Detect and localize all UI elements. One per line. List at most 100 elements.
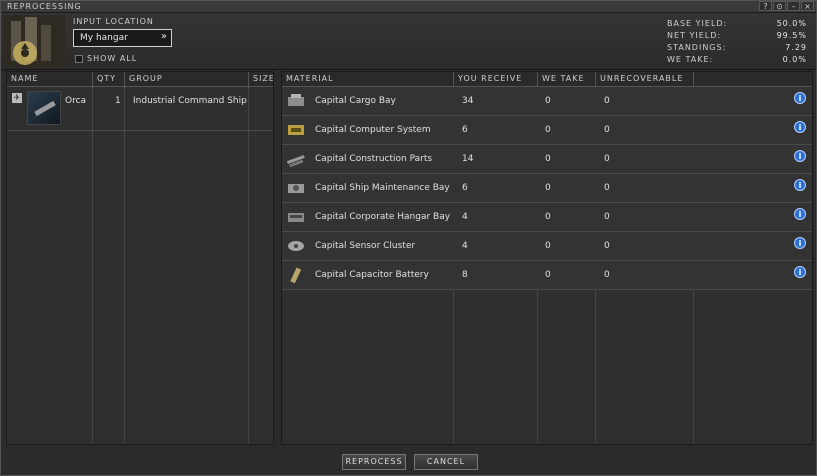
info-icon[interactable]: i <box>794 237 806 249</box>
you-receive-value: 4 <box>462 241 468 251</box>
column-divider <box>92 86 93 444</box>
column-header-qty[interactable]: QTY <box>93 72 125 86</box>
ship-type-icon[interactable]: ✈ <box>12 93 22 103</box>
material-name: Capital Corporate Hangar Bay <box>315 212 451 222</box>
table-row[interactable]: ✈ Orca 1 Industrial Command Ship <box>7 87 273 131</box>
you-receive-value: 4 <box>462 212 468 222</box>
yield-stats: BASE YIELD: 50.0% NET YIELD: 99.5% STANDIN… <box>667 18 807 66</box>
column-header-unrecoverable[interactable]: UNRECOVERABLE <box>596 72 694 86</box>
title-bar[interactable]: REPROCESSING ? ⊙ – × <box>1 1 816 13</box>
table-row[interactable]: Capital Corporate Hangar Bay 4 0 0 i <box>282 203 812 232</box>
minimize-button[interactable]: – <box>787 1 800 11</box>
show-all-checkbox[interactable] <box>75 54 83 63</box>
we-take-stat: WE TAKE: 0.0% <box>667 54 807 66</box>
net-yield-stat: NET YIELD: 99.5% <box>667 30 807 42</box>
unrecoverable-value: 0 <box>604 241 610 251</box>
cancel-button[interactable]: CANCEL <box>414 454 478 470</box>
you-receive-value: 8 <box>462 270 468 280</box>
construction-parts-icon <box>286 155 305 168</box>
show-all-label: SHOW ALL <box>87 54 138 63</box>
show-all-toggle[interactable]: SHOW ALL <box>75 54 137 63</box>
info-icon[interactable]: i <box>794 208 806 220</box>
material-name: Capital Sensor Cluster <box>315 241 416 251</box>
column-header-you-receive[interactable]: YOU RECEIVE <box>454 72 538 86</box>
maintenance-bay-icon <box>288 184 304 193</box>
column-divider <box>124 86 125 444</box>
column-header-group[interactable]: GROUP <box>125 72 249 86</box>
header-panel: INPUT LOCATION My hangar » SHOW ALL BASE… <box>1 13 816 70</box>
help-button[interactable]: ? <box>759 1 772 11</box>
we-take-value: 0 <box>545 154 551 164</box>
window-controls: ? ⊙ – × <box>759 1 814 12</box>
stat-value: 50.0% <box>776 19 807 28</box>
stat-value: 99.5% <box>776 31 807 40</box>
sensor-cluster-icon <box>288 241 304 251</box>
we-take-value: 0 <box>545 270 551 280</box>
table-row[interactable]: Capital Construction Parts 14 0 0 i <box>282 145 812 174</box>
stat-value: 0.0% <box>782 55 807 64</box>
chevron-down-icon: » <box>160 31 167 42</box>
unrecoverable-value: 0 <box>604 212 610 222</box>
you-receive-value: 6 <box>462 125 468 135</box>
computer-system-icon <box>288 125 304 135</box>
input-items-table: NAME QTY GROUP SIZE ✈ Orca 1 Industrial … <box>6 71 274 445</box>
table-row[interactable]: Capital Computer System 6 0 0 i <box>282 116 812 145</box>
unrecoverable-value: 0 <box>604 125 610 135</box>
column-divider <box>248 86 249 444</box>
we-take-value: 0 <box>545 96 551 106</box>
reprocessing-window: REPROCESSING ? ⊙ – × INPUT LOCATION My h… <box>0 0 817 476</box>
table-row[interactable]: Capital Capacitor Battery 8 0 0 i <box>282 261 812 290</box>
ship-thumbnail-icon <box>27 91 61 125</box>
stat-label: STANDINGS: <box>667 43 727 52</box>
you-receive-value: 6 <box>462 183 468 193</box>
we-take-value: 0 <box>545 212 551 222</box>
column-header-size[interactable]: SIZE <box>249 72 273 86</box>
hangar-bay-icon <box>288 213 304 222</box>
unrecoverable-value: 0 <box>604 154 610 164</box>
you-receive-value: 34 <box>462 96 474 106</box>
reprocess-button[interactable]: REPROCESS <box>342 454 406 470</box>
info-icon[interactable]: i <box>794 150 806 162</box>
you-receive-value: 14 <box>462 154 474 164</box>
unrecoverable-value: 0 <box>604 270 610 280</box>
unrecoverable-value: 0 <box>604 96 610 106</box>
table-row[interactable]: Capital Cargo Bay 34 0 0 i <box>282 87 812 116</box>
material-name: Capital Construction Parts <box>315 154 433 164</box>
we-take-value: 0 <box>545 125 551 135</box>
we-take-value: 0 <box>545 183 551 193</box>
material-name: Capital Ship Maintenance Bay <box>315 183 450 193</box>
input-location-label: INPUT LOCATION <box>73 17 154 26</box>
stat-value: 7.29 <box>785 43 807 52</box>
options-button[interactable]: ⊙ <box>773 1 786 11</box>
stat-label: NET YIELD: <box>667 31 722 40</box>
item-qty: 1 <box>115 96 121 106</box>
column-header-name[interactable]: NAME <box>7 72 93 86</box>
column-header-we-take[interactable]: WE TAKE <box>538 72 596 86</box>
info-icon[interactable]: i <box>794 121 806 133</box>
table-row[interactable]: Capital Ship Maintenance Bay 6 0 0 i <box>282 174 812 203</box>
cargo-bay-icon <box>288 94 304 106</box>
table-row[interactable]: Capital Sensor Cluster 4 0 0 i <box>282 232 812 261</box>
input-location-value: My hangar <box>80 33 128 43</box>
item-name: Orca <box>65 96 87 106</box>
info-icon[interactable]: i <box>794 266 806 278</box>
unrecoverable-value: 0 <box>604 183 610 193</box>
material-name: Capital Computer System <box>315 125 431 135</box>
material-name: Capital Capacitor Battery <box>315 270 429 280</box>
reprocessing-logo-icon <box>3 15 65 67</box>
stat-label: BASE YIELD: <box>667 19 728 28</box>
base-yield-stat: BASE YIELD: 50.0% <box>667 18 807 30</box>
stat-label: WE TAKE: <box>667 55 714 64</box>
input-location-dropdown[interactable]: My hangar » <box>73 29 172 47</box>
capacitor-battery-icon <box>290 267 302 284</box>
materials-table: MATERIAL YOU RECEIVE WE TAKE UNRECOVERAB… <box>281 71 813 445</box>
info-icon[interactable]: i <box>794 92 806 104</box>
column-header-material[interactable]: MATERIAL <box>282 72 454 86</box>
close-button[interactable]: × <box>801 1 814 11</box>
window-title: REPROCESSING <box>7 2 82 11</box>
we-take-value: 0 <box>545 241 551 251</box>
item-group: Industrial Command Ship <box>133 96 247 106</box>
material-name: Capital Cargo Bay <box>315 96 396 106</box>
standings-stat: STANDINGS: 7.29 <box>667 42 807 54</box>
info-icon[interactable]: i <box>794 179 806 191</box>
